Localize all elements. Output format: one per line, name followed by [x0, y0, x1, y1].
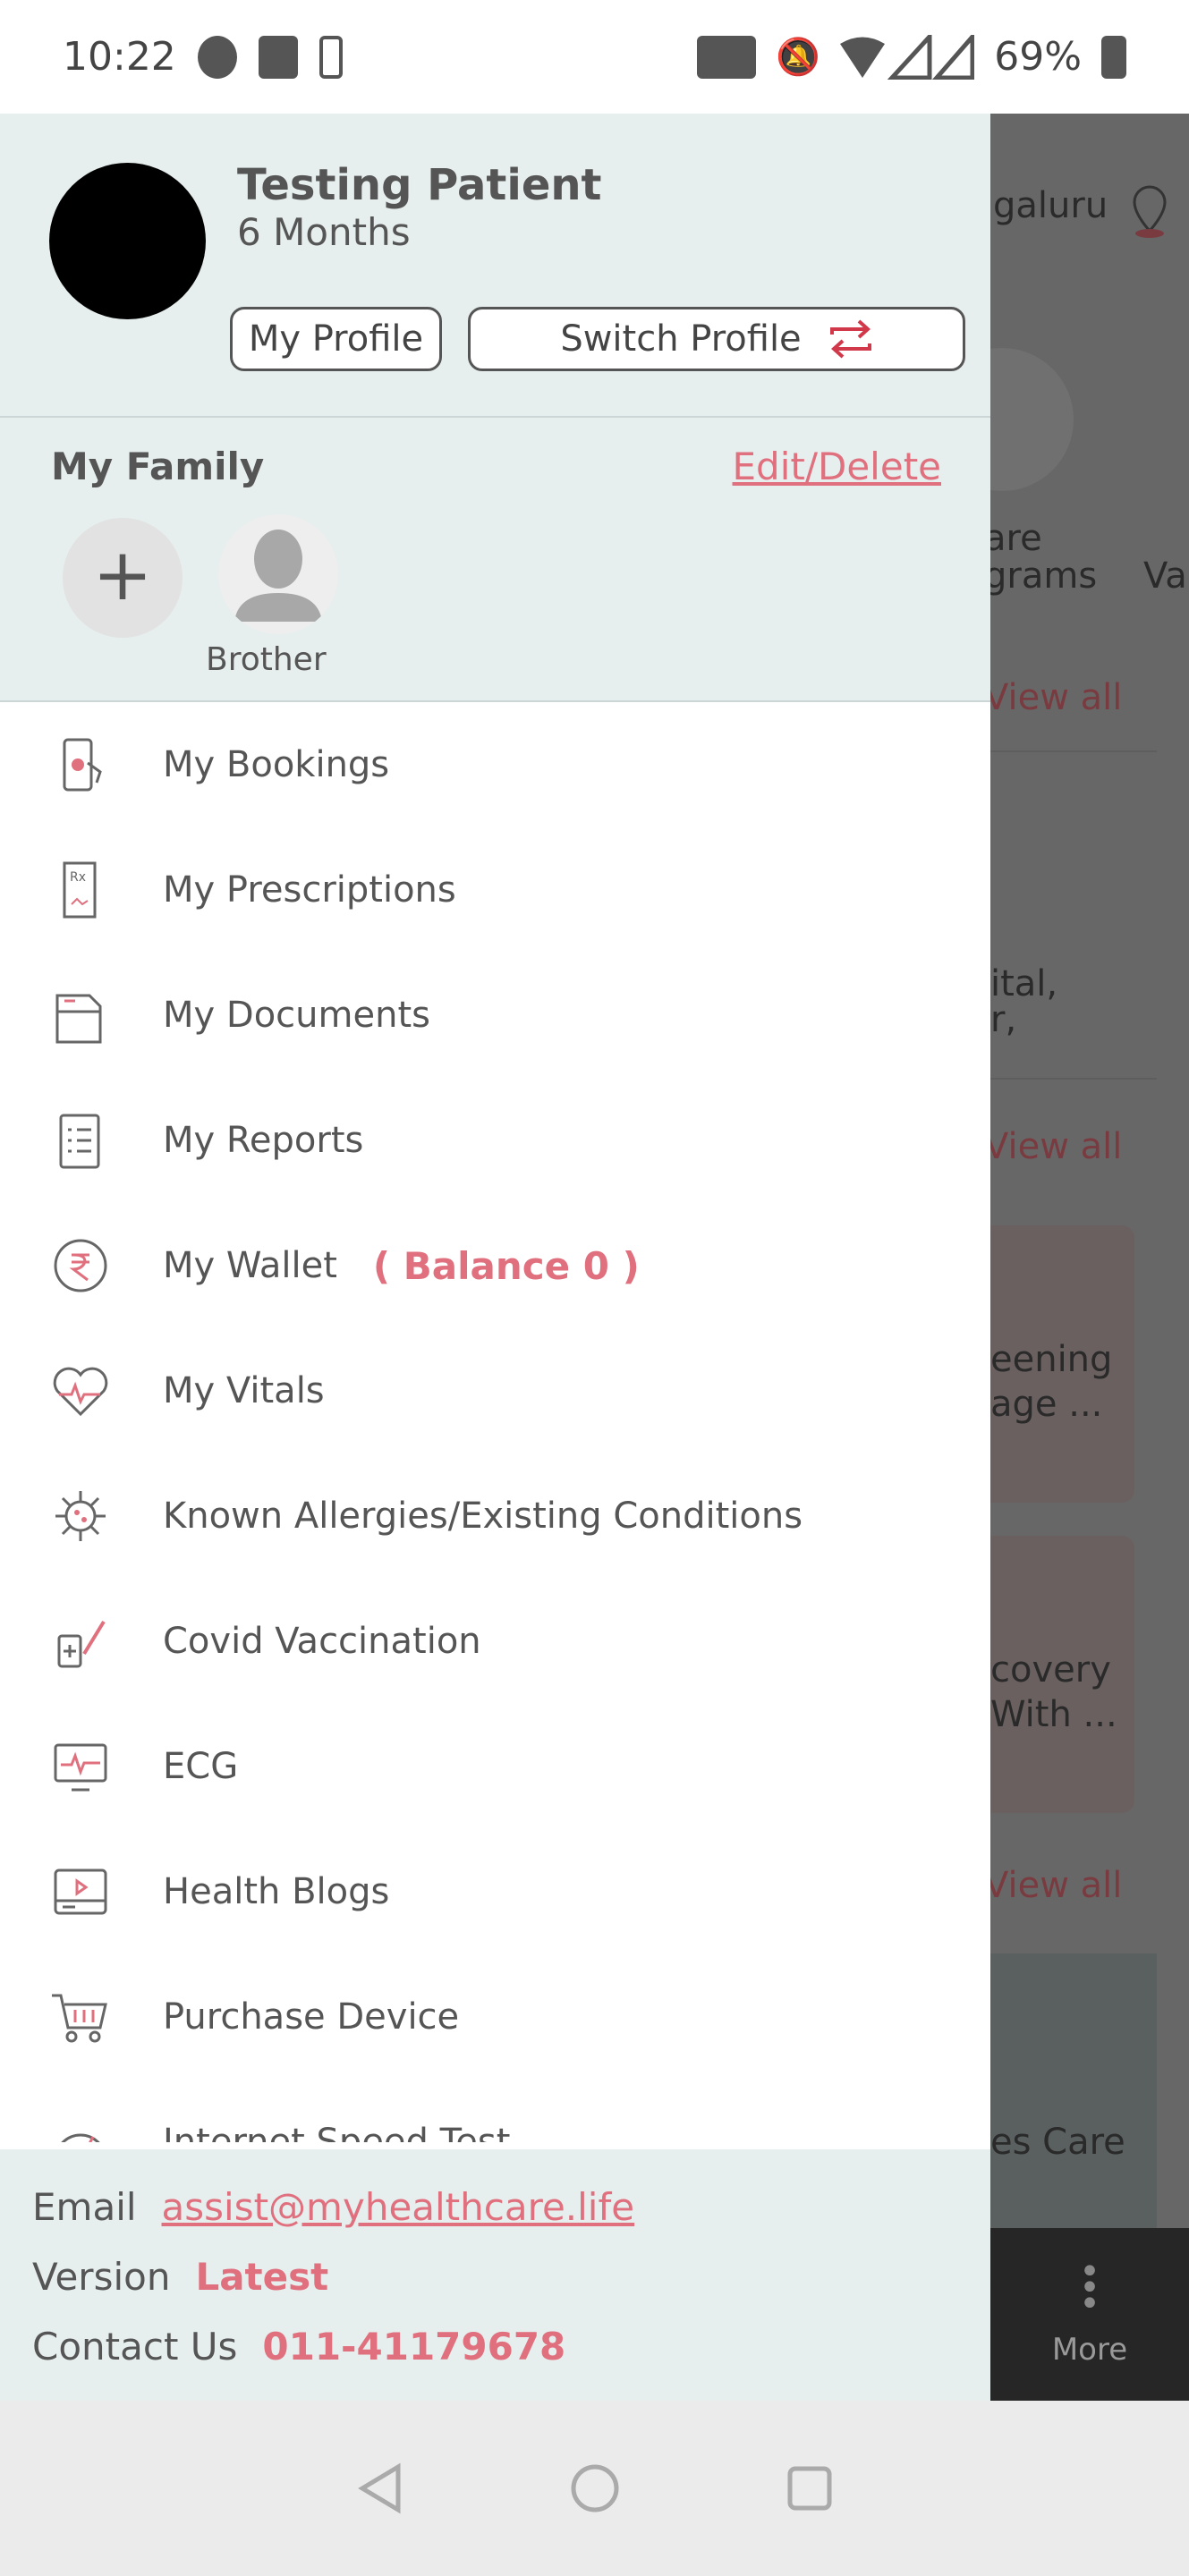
menu-item-label: Covid Vaccination — [163, 1621, 481, 1662]
menu-item-known-allergies-existing-conditions[interactable]: Known Allergies/Existing Conditions — [0, 1453, 990, 1579]
menu-item-label: ECG — [163, 1746, 239, 1787]
status-bar: 10:22 🔕 69% — [0, 0, 1189, 114]
menu-item-covid-vaccination[interactable]: Covid Vaccination — [0, 1579, 990, 1704]
virus-icon — [45, 1480, 116, 1552]
email-link[interactable]: assist@myhealthcare.life — [162, 2185, 635, 2229]
nav-more: • • • More — [990, 2228, 1189, 2401]
menu-item-health-blogs[interactable]: Health Blogs — [0, 1829, 990, 1954]
vaccine-icon — [45, 1606, 116, 1677]
bg-text: es Care — [990, 2122, 1125, 2163]
bg-view-all: View all — [984, 1126, 1123, 1167]
navigation-drawer: Testing Patient 6 Months My Profile Swit… — [0, 114, 990, 2401]
battery-percent: 69% — [994, 34, 1082, 80]
menu-item-my-reports[interactable]: My Reports — [0, 1078, 990, 1203]
contact-label: Contact Us — [32, 2324, 238, 2368]
clipboard-icon — [45, 1105, 116, 1176]
family-title: My Family — [51, 445, 265, 488]
menu-item-label: My Vitals — [163, 1370, 325, 1411]
bg-view-all: View all — [984, 677, 1123, 718]
family-member-label: Brother — [206, 641, 327, 678]
drawer-footer: Email assist@myhealthcare.life Version Lat… — [0, 2149, 990, 2401]
phone-link[interactable]: 011-41179678 — [262, 2325, 565, 2368]
location-pin-icon — [1133, 185, 1167, 238]
avatar[interactable] — [49, 163, 206, 319]
switch-arrows-icon — [829, 319, 871, 359]
menu-item-purchase-device[interactable]: Purchase Device — [0, 1954, 990, 2080]
rupee-icon — [45, 1230, 116, 1301]
my-profile-button[interactable]: My Profile — [230, 307, 442, 371]
menu-item-label: Health Blogs — [163, 1871, 390, 1912]
system-nav-bar — [0, 2401, 1189, 2576]
menu-item-label: My Prescriptions — [163, 869, 456, 911]
profile-header: Testing Patient 6 Months My Profile Swit… — [0, 114, 990, 418]
family-section: My Family Edit/Delete + Brother — [0, 418, 990, 702]
email-label: Email — [32, 2184, 137, 2229]
menu-item-my-wallet[interactable]: My Wallet ( Balance 0 ) — [0, 1203, 990, 1328]
bg-text: covery — [990, 1649, 1111, 1690]
menu-item-label: My Documents — [163, 995, 430, 1036]
location-text: galuru — [993, 185, 1108, 226]
usb-icon — [258, 35, 298, 79]
bg-text: With ... — [990, 1694, 1117, 1735]
phone-booking-icon — [45, 729, 116, 801]
folder-icon — [45, 979, 116, 1051]
back-icon[interactable] — [353, 2462, 407, 2515]
person-icon — [234, 530, 322, 622]
menu-item-label: Purchase Device — [163, 1996, 460, 2038]
signal-icon — [840, 34, 975, 80]
prescription-icon: Rx — [45, 854, 116, 926]
switch-profile-label: Switch Profile — [560, 318, 802, 360]
bg-text: r, — [990, 999, 1017, 1040]
version-label: Version — [32, 2254, 171, 2299]
bg-view-all: View all — [984, 1865, 1123, 1906]
recents-icon[interactable] — [783, 2462, 837, 2515]
menu-item-my-vitals[interactable]: My Vitals — [0, 1328, 990, 1453]
heart-pulse-icon — [45, 1355, 116, 1427]
menu-item-label: Known Allergies/Existing Conditions — [163, 1496, 803, 1537]
menu-item-my-bookings[interactable]: My Bookings — [0, 702, 990, 827]
profile-name: Testing Patient — [237, 160, 602, 210]
bg-text: grams — [984, 555, 1098, 597]
cart-icon — [45, 1981, 116, 2053]
speedometer-icon — [45, 2106, 116, 2142]
menu-item-label: Internet Speed Test — [163, 2122, 511, 2142]
status-time: 10:22 — [63, 34, 176, 80]
svg-text:Rx: Rx — [70, 870, 86, 885]
menu-item-my-prescriptions[interactable]: Rx My Prescriptions — [0, 827, 990, 953]
bg-text: age ... — [990, 1384, 1103, 1425]
menu-item-label: My Reports — [163, 1120, 364, 1161]
bg-text: Va — [1143, 555, 1187, 597]
download-icon — [318, 35, 343, 79]
menu-item-my-documents[interactable]: My Documents — [0, 953, 990, 1078]
bell-muted-icon: 🔕 — [776, 37, 821, 78]
switch-profile-button[interactable]: Switch Profile — [468, 307, 965, 371]
bg-text: are — [984, 518, 1042, 559]
video-blog-icon — [45, 1856, 116, 1928]
menu-item-label: My Wallet — [163, 1245, 337, 1286]
menu-item-internet-speed-test[interactable]: Internet Speed Test — [0, 2080, 990, 2142]
menu-item-ecg[interactable]: ECG — [0, 1704, 990, 1829]
battery-charging-icon — [1101, 35, 1126, 79]
add-family-member-button[interactable]: + — [63, 518, 183, 638]
family-member-brother[interactable] — [218, 514, 338, 634]
app-notification-icon — [197, 35, 237, 79]
menu-item-label: My Bookings — [163, 744, 390, 785]
wallet-balance: ( Balance 0 ) — [372, 1243, 640, 1288]
my-profile-label: My Profile — [248, 318, 424, 360]
edit-delete-link[interactable]: Edit/Delete — [733, 445, 941, 488]
profile-age: 6 Months — [237, 210, 411, 254]
more-label: More — [1051, 2332, 1128, 2368]
menu-list: My Bookings Rx My Prescriptions My Document… — [0, 702, 990, 2142]
version-value: Latest — [195, 2254, 329, 2299]
bg-text: eening — [990, 1339, 1113, 1380]
home-icon[interactable] — [568, 2462, 622, 2515]
ecg-monitor-icon — [45, 1731, 116, 1802]
vowifi-icon — [697, 35, 757, 79]
